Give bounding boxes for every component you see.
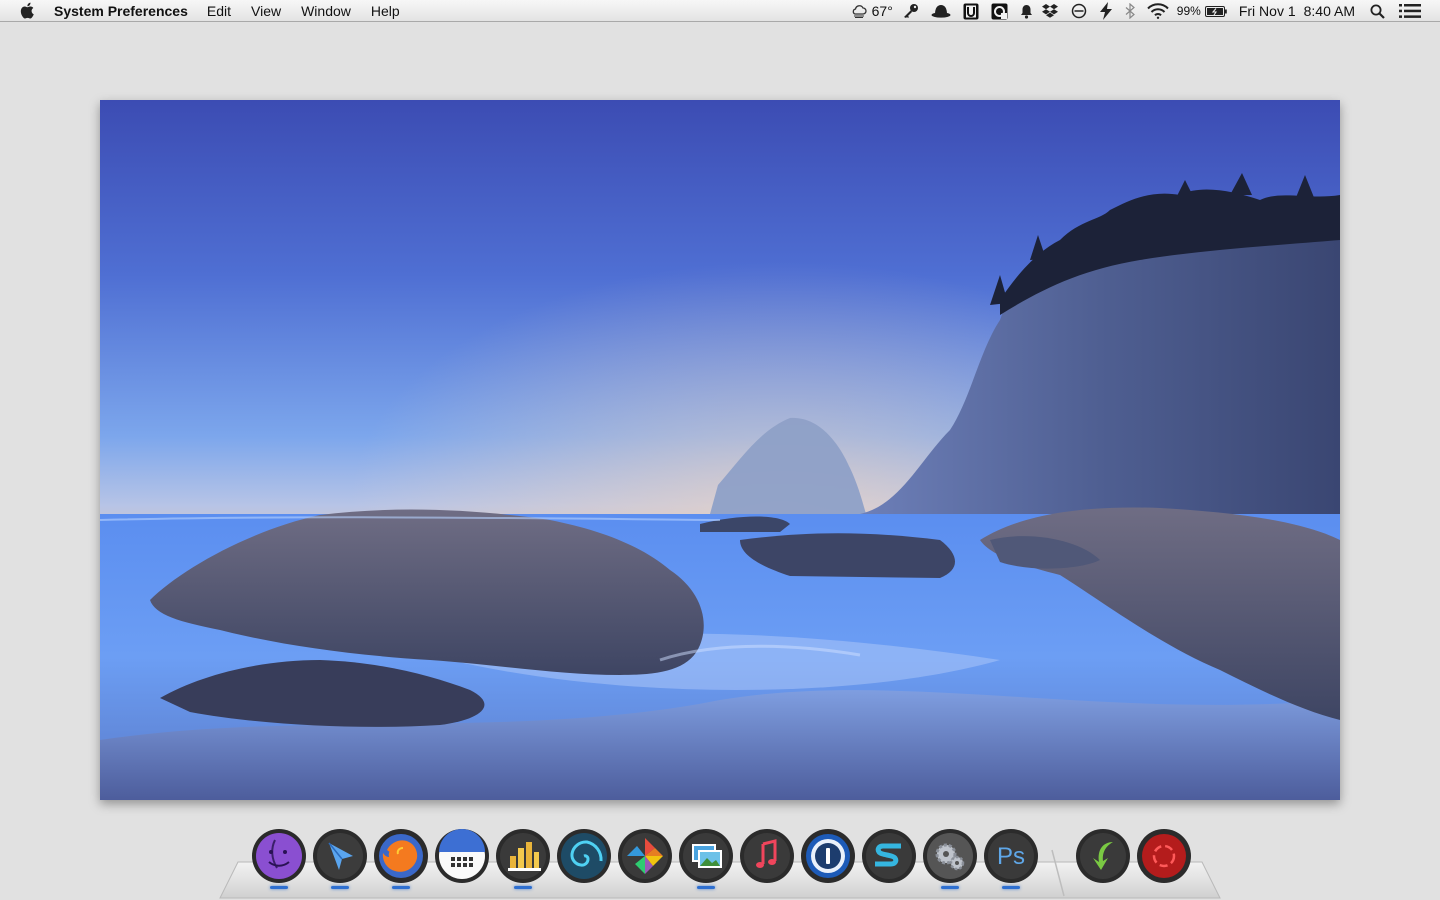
weather-temperature: 67° bbox=[871, 3, 893, 19]
menu-bar: System Preferences Edit View Window Help… bbox=[0, 0, 1440, 22]
battery-percentage: 99% bbox=[1176, 4, 1201, 18]
dock-music-icon[interactable] bbox=[739, 828, 795, 884]
menu-window[interactable]: Window bbox=[301, 3, 351, 19]
bowler-hat-icon[interactable] bbox=[931, 0, 951, 22]
dock-s-app-icon[interactable] bbox=[861, 828, 917, 884]
key-icon[interactable] bbox=[901, 0, 919, 22]
u-box-icon[interactable] bbox=[963, 0, 979, 22]
dock-system-preferences-icon[interactable] bbox=[922, 828, 978, 884]
bluetooth-icon[interactable] bbox=[1125, 0, 1135, 22]
dock-pinwheel-app-icon[interactable] bbox=[617, 828, 673, 884]
weather-icon bbox=[851, 4, 867, 18]
dock-spiral-app-icon[interactable] bbox=[556, 828, 612, 884]
seascape-image bbox=[100, 100, 1340, 800]
screenshot-icon[interactable] bbox=[991, 0, 1008, 22]
dock-running-indicator bbox=[514, 886, 532, 889]
bell-icon[interactable] bbox=[1020, 0, 1033, 22]
notification-center-icon[interactable] bbox=[1399, 0, 1421, 22]
menu-edit[interactable]: Edit bbox=[207, 3, 231, 19]
photoshop-label: Ps bbox=[997, 843, 1025, 870]
dock-send-arrow-icon[interactable] bbox=[312, 828, 368, 884]
dropbox-icon[interactable] bbox=[1041, 0, 1059, 22]
dock-chart-app-icon[interactable] bbox=[495, 828, 551, 884]
spotlight-icon[interactable] bbox=[1370, 0, 1385, 22]
dock-running-indicator bbox=[941, 886, 959, 889]
dock-running-indicator bbox=[697, 886, 715, 889]
desktop-picture-preview bbox=[100, 100, 1340, 800]
clock-time: 8:40 AM bbox=[1303, 3, 1355, 19]
menu-help[interactable]: Help bbox=[371, 3, 400, 19]
clock-menu[interactable]: Fri Nov 1 8:40 AM bbox=[1239, 0, 1355, 22]
dock-1password-icon[interactable] bbox=[800, 828, 856, 884]
dock-photo-app-icon[interactable] bbox=[678, 828, 734, 884]
menu-view[interactable]: View bbox=[251, 3, 281, 19]
app-menu-system-preferences[interactable]: System Preferences bbox=[54, 3, 188, 19]
weather-menu[interactable]: 67° bbox=[851, 0, 893, 22]
battery-icon bbox=[1204, 5, 1227, 17]
dock-trash-icon[interactable] bbox=[1136, 828, 1192, 884]
dock-calendar-icon[interactable] bbox=[434, 828, 490, 884]
dock-running-indicator bbox=[1002, 886, 1020, 889]
clock-date: Fri Nov 1 bbox=[1238, 3, 1296, 19]
dock-running-indicator bbox=[331, 886, 349, 889]
battery-menu[interactable]: 99% bbox=[1177, 0, 1227, 22]
dock-finder-icon[interactable] bbox=[251, 828, 307, 884]
apple-menu-icon[interactable] bbox=[20, 2, 36, 19]
status-menu-area: 67° 99% Fri Nov 1 8:40 AM bbox=[851, 0, 1440, 22]
bolt-icon[interactable] bbox=[1099, 0, 1113, 22]
wifi-icon[interactable] bbox=[1147, 0, 1169, 22]
dock-firefox-icon[interactable] bbox=[373, 828, 429, 884]
dock-running-indicator bbox=[270, 886, 288, 889]
dock-downloads-icon[interactable] bbox=[1075, 828, 1131, 884]
dock-running-indicator bbox=[392, 886, 410, 889]
do-not-disturb-icon[interactable] bbox=[1071, 0, 1087, 22]
dock-photoshop-icon[interactable]: Ps bbox=[983, 828, 1039, 884]
dock: Ps bbox=[0, 820, 1440, 900]
